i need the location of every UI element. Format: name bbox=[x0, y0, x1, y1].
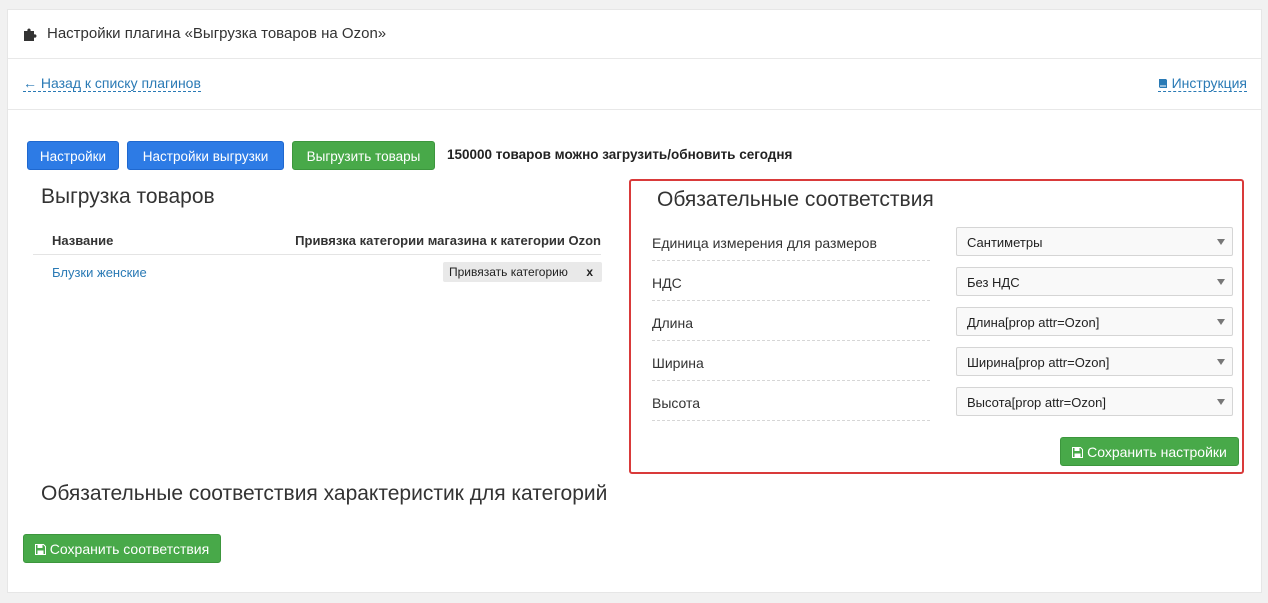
save-mappings-label: Сохранить соответствия bbox=[49, 541, 210, 557]
field-row-height: Высота bbox=[652, 392, 930, 421]
bind-category-button[interactable]: Привязать категорию x bbox=[443, 262, 602, 282]
select-value: Высота[prop attr=Ozon] bbox=[967, 395, 1106, 410]
select-value: Ширина[prop attr=Ozon] bbox=[967, 355, 1110, 370]
save-settings-button[interactable]: Сохранить настройки bbox=[1060, 437, 1239, 466]
width-select[interactable]: Ширина[prop attr=Ozon] bbox=[956, 347, 1233, 376]
panel-header: Настройки плагина «Выгрузка товаров на O… bbox=[8, 10, 1261, 59]
mandatory-mappings-box: Обязательные соответствия Единица измере… bbox=[629, 179, 1244, 474]
chevron-down-icon bbox=[1217, 399, 1225, 405]
export-settings-button[interactable]: Настройки выгрузки bbox=[127, 141, 284, 170]
field-row-units: Единица измерения для размеров bbox=[652, 232, 930, 261]
nav-bar: ← Назад к списку плагинов Инструкция bbox=[8, 59, 1261, 110]
upload-limit-text: 150000 товаров можно загрузить/обновить … bbox=[447, 147, 793, 162]
category-link[interactable]: Блузки женские bbox=[52, 265, 147, 280]
field-row-vat: НДС bbox=[652, 272, 930, 301]
remove-binding-button[interactable]: x bbox=[586, 265, 593, 279]
save-mappings-button[interactable]: Сохранить соответствия bbox=[23, 534, 221, 563]
save-settings-label: Сохранить настройки bbox=[1087, 444, 1227, 460]
book-icon bbox=[1158, 79, 1167, 88]
field-label: Ширина bbox=[652, 355, 704, 371]
instruction-label: Инструкция bbox=[1171, 75, 1247, 91]
chevron-down-icon bbox=[1217, 359, 1225, 365]
chevron-down-icon bbox=[1217, 319, 1225, 325]
page-title: Настройки плагина «Выгрузка товаров на O… bbox=[47, 25, 387, 42]
field-label: Длина bbox=[652, 315, 693, 331]
settings-button[interactable]: Настройки bbox=[27, 141, 119, 170]
length-select[interactable]: Длина[prop attr=Ozon] bbox=[956, 307, 1233, 336]
column-category-binding: Привязка категории магазина к категории … bbox=[295, 233, 601, 248]
upload-products-button[interactable]: Выгрузить товары bbox=[292, 141, 435, 170]
mandatory-mappings-title: Обязательные соответствия bbox=[657, 188, 934, 211]
field-row-width: Ширина bbox=[652, 352, 930, 381]
plugin-settings-panel: Настройки плагина «Выгрузка товаров на O… bbox=[7, 9, 1262, 593]
vat-select[interactable]: Без НДС bbox=[956, 267, 1233, 296]
select-value: Сантиметры bbox=[967, 235, 1043, 250]
instruction-link[interactable]: Инструкция bbox=[1157, 75, 1247, 92]
chevron-down-icon bbox=[1217, 239, 1225, 245]
units-select[interactable]: Сантиметры bbox=[956, 227, 1233, 256]
back-to-plugins-link[interactable]: ← Назад к списку плагинов bbox=[23, 75, 201, 92]
puzzle-icon bbox=[24, 28, 37, 41]
export-table-header: Название Привязка категории магазина к к… bbox=[33, 229, 601, 255]
export-section-title: Выгрузка товаров bbox=[41, 185, 215, 208]
floppy-icon bbox=[34, 544, 46, 555]
floppy-icon bbox=[1072, 447, 1084, 458]
field-label: Единица измерения для размеров bbox=[652, 235, 877, 251]
field-label: НДС bbox=[652, 275, 682, 291]
height-select[interactable]: Высота[prop attr=Ozon] bbox=[956, 387, 1233, 416]
bind-category-label: Привязать категорию bbox=[449, 265, 568, 279]
chevron-down-icon bbox=[1217, 279, 1225, 285]
characteristics-section-title: Обязательные соответствия характеристик … bbox=[41, 482, 608, 505]
field-row-length: Длина bbox=[652, 312, 930, 341]
column-name: Название bbox=[52, 233, 114, 248]
select-value: Без НДС bbox=[967, 275, 1020, 290]
field-label: Высота bbox=[652, 395, 701, 411]
select-value: Длина[prop attr=Ozon] bbox=[967, 315, 1100, 330]
